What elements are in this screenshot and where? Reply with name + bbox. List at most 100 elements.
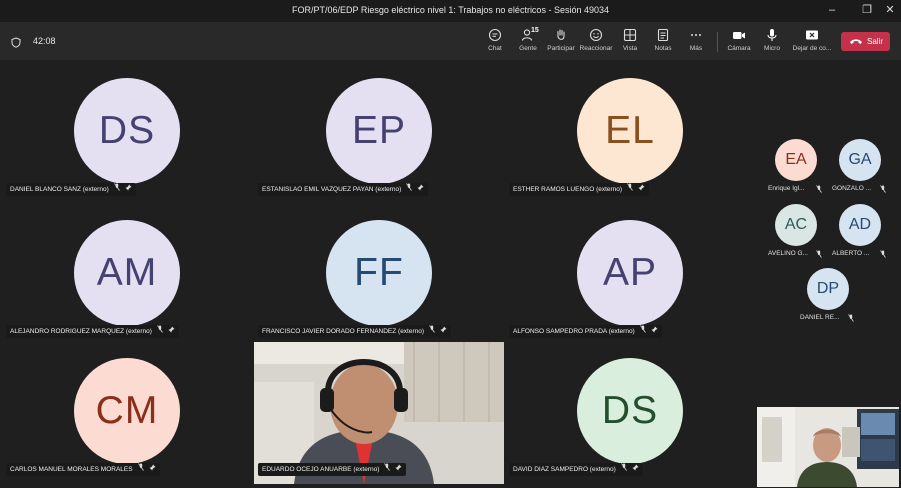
smiley-icon (589, 28, 603, 42)
mic-off-icon (384, 463, 391, 476)
pin-icon[interactable] (395, 463, 402, 476)
participant-nameplate: EDUARDO OCEJO ANUARBE (externo) (258, 463, 407, 476)
mic-off-icon (157, 325, 163, 338)
participant-avatar: GA (839, 139, 881, 181)
participant-tile[interactable]: CM CARLOS MANUEL MORALES MORALES (0, 344, 250, 484)
participant-nameplate: DANIEL BLANCO SANZ (externo) (6, 183, 136, 196)
camera-button[interactable]: Cámara (721, 26, 757, 58)
leave-button[interactable]: Salir (841, 32, 890, 51)
chat-icon (488, 28, 502, 42)
participant-name: GONZALO ... (832, 185, 872, 192)
mic-off-icon (639, 325, 646, 338)
participant-name: DANIEL RE... (800, 314, 840, 321)
people-button[interactable]: 15 Gente (510, 26, 546, 58)
chat-button[interactable]: Chat (477, 26, 513, 58)
participant-tile[interactable]: DS DAVID DIAZ SAMPEDRO (externo) (503, 344, 753, 484)
shield-icon (11, 35, 21, 53)
participant-tile[interactable]: EP ESTANISLAO EMIL VAZQUEZ PAYAN (externo… (252, 64, 502, 204)
participant-name: DAVID DIAZ SAMPEDRO (externo) (513, 466, 616, 473)
microphone-icon (767, 29, 777, 41)
participant-nameplate: ESTANISLAO EMIL VAZQUEZ PAYAN (externo) (258, 183, 429, 196)
participant-name: Enrique Igl... (768, 185, 805, 192)
notes-button[interactable]: Notas (645, 26, 681, 58)
participant-avatar: DS (74, 78, 180, 184)
phone-hangup-icon (850, 39, 862, 44)
participant-avatar: FF (326, 220, 432, 326)
maximize-button[interactable]: ❐ (858, 3, 876, 17)
pin-icon[interactable] (440, 325, 447, 338)
participant-nameplate: ALFONSO SAMPEDRO PRADA (externo) (509, 325, 662, 338)
react-button[interactable]: Reaccionar (578, 26, 614, 58)
mic-off-icon (816, 185, 822, 195)
grid-view-icon (623, 28, 637, 42)
raise-hand-button[interactable]: Participar (543, 26, 579, 58)
mic-off-icon (406, 183, 413, 196)
participant-name: AVELINO G... (768, 250, 808, 257)
participant-name: FRANCISCO JAVIER DORADO FERNANDEZ (exter… (262, 328, 425, 335)
participant-avatar: CM (74, 358, 180, 464)
minimize-button[interactable]: – (823, 3, 841, 17)
participant-nameplate: CARLOS MANUEL MORALES MORALES (6, 463, 160, 476)
participant-avatar: EP (326, 78, 432, 184)
participant-name: DANIEL BLANCO SANZ (externo) (10, 186, 109, 193)
participant-name: ALFONSO SAMPEDRO PRADA (externo) (513, 328, 635, 335)
pin-icon[interactable] (149, 463, 156, 476)
mic-off-icon (621, 463, 627, 476)
mic-off-icon (848, 314, 854, 324)
pin-icon[interactable] (638, 183, 645, 196)
close-button[interactable]: ✕ (881, 3, 899, 17)
pin-icon[interactable] (632, 463, 639, 476)
participant-name: ESTHER RAMOS LUENGO (externo) (513, 186, 623, 193)
participant-avatar: EA (775, 139, 817, 181)
participant-name: ESTANISLAO EMIL VAZQUEZ PAYAN (externo) (262, 186, 402, 193)
mic-off-icon (880, 250, 886, 260)
participant-avatar: EL (577, 78, 683, 184)
participant-name: CARLOS MANUEL MORALES MORALES (10, 466, 133, 473)
mic-off-icon (627, 183, 633, 196)
stop-share-icon (806, 30, 818, 40)
participant-avatar: DP (807, 268, 849, 310)
participant-name: ALEJANDRO RODRIGUEZ MARQUEZ (externo) (10, 328, 152, 335)
participant-nameplate: ALEJANDRO RODRIGUEZ MARQUEZ (externo) (6, 325, 179, 338)
mic-off-icon (880, 185, 886, 195)
window-title: FOR/PT/06/EDP Riesgo eléctrico nivel 1: … (292, 5, 609, 15)
mic-button[interactable]: Micro (754, 26, 790, 58)
participant-tile[interactable]: DS DANIEL BLANCO SANZ (externo) (0, 64, 250, 204)
pin-icon[interactable] (651, 325, 658, 338)
more-button[interactable]: Más (678, 26, 714, 58)
pin-icon[interactable] (417, 183, 424, 196)
participant-tile[interactable]: AP ALFONSO SAMPEDRO PRADA (externo) (503, 206, 753, 346)
participant-tile[interactable]: EL ESTHER RAMOS LUENGO (externo) (503, 64, 753, 204)
participant-avatar: AM (74, 220, 180, 326)
hand-icon (557, 29, 565, 40)
participant-avatar: AD (839, 204, 881, 246)
self-view-video[interactable] (757, 407, 899, 487)
view-button[interactable]: Vista (612, 26, 648, 58)
camera-icon (733, 32, 745, 39)
mic-off-icon (429, 325, 435, 338)
participant-name: ALBERTO ... (832, 250, 870, 257)
title-bar: FOR/PT/06/EDP Riesgo eléctrico nivel 1: … (0, 0, 901, 22)
meeting-toolbar: 42:08 Chat 15 Gente Participar Reacciona… (0, 22, 901, 60)
notes-icon (657, 28, 669, 42)
participant-tile[interactable]: AM ALEJANDRO RODRIGUEZ MARQUEZ (externo) (0, 206, 250, 346)
participant-avatar: AP (577, 220, 683, 326)
participant-avatar: AC (775, 204, 817, 246)
participant-tile[interactable]: FF FRANCISCO JAVIER DORADO FERNANDEZ (ext… (252, 206, 502, 346)
participant-name: EDUARDO OCEJO ANUARBE (externo) (262, 466, 380, 473)
ellipsis-icon (691, 34, 701, 36)
pin-icon[interactable] (168, 325, 175, 338)
participant-nameplate: ESTHER RAMOS LUENGO (externo) (509, 183, 650, 196)
mic-off-icon (137, 463, 144, 476)
stop-sharing-button[interactable]: Dejar de co... (792, 26, 832, 58)
meeting-timer: 42:08 (33, 36, 56, 46)
mic-off-icon (816, 250, 822, 260)
mic-off-icon (113, 183, 120, 196)
pin-icon[interactable] (125, 183, 132, 196)
participant-count: 15 (531, 27, 539, 34)
toolbar-divider (717, 32, 718, 52)
participant-nameplate: DAVID DIAZ SAMPEDRO (externo) (509, 463, 643, 476)
participant-nameplate: FRANCISCO JAVIER DORADO FERNANDEZ (exter… (258, 325, 452, 338)
participant-avatar: DS (577, 358, 683, 464)
participant-tile[interactable]: EDUARDO OCEJO ANUARBE (externo) (252, 342, 504, 484)
